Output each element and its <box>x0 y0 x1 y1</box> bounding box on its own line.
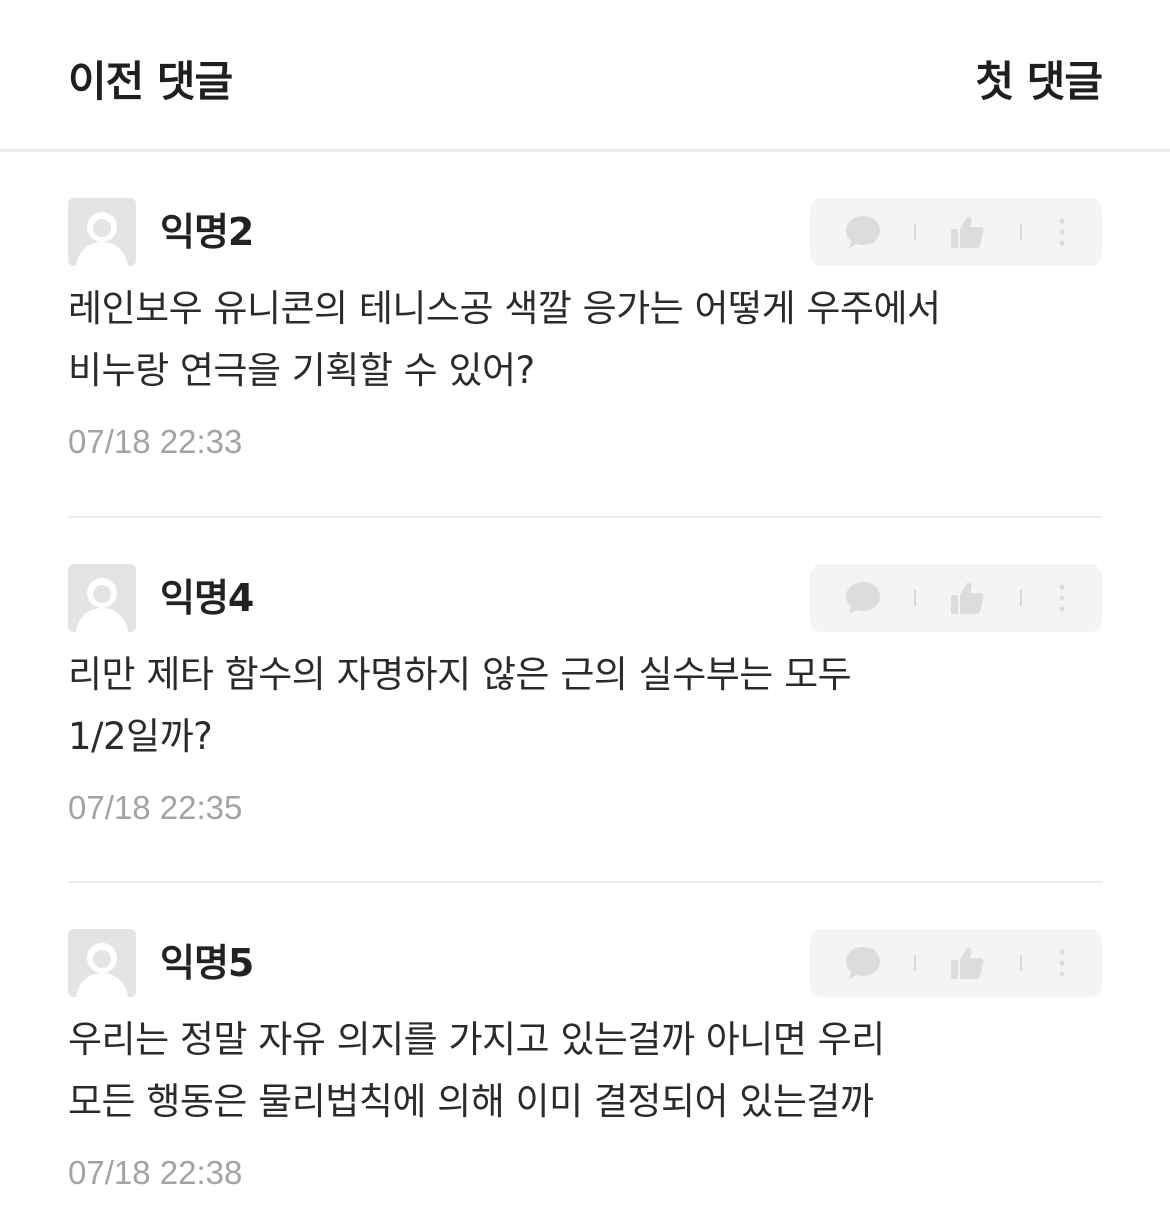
comment-text-line: 레인보우 유니콘의 테니스공 색깔 응가는 어떻게 우주에서 <box>68 287 941 330</box>
comments-page: 이전 댓글 첫 댓글 익명2 레인보우 유니콘의 테니스공 색깔 응가는 어떻게… <box>0 0 1170 1214</box>
comment-text-line: 우리는 정말 자유 의지를 가지고 있는걸까 아니면 우리 <box>68 1018 885 1061</box>
comment-divider <box>68 516 1102 518</box>
comment-item: 익명5 우리는 정말 자유 의지를 가지고 있는걸까 아니면 우리 모든 행동은… <box>68 929 1102 1199</box>
speech-bubble-icon <box>846 582 880 614</box>
action-separator <box>1020 224 1022 240</box>
comment-author: 익명4 <box>160 576 254 620</box>
action-separator <box>1020 955 1022 971</box>
default-user-icon <box>68 198 136 266</box>
comment-text-line: 모든 행동은 물리법칙에 의해 이미 결정되어 있는걸까 <box>68 1080 874 1123</box>
action-separator <box>914 590 916 606</box>
vertical-dots-icon <box>1059 584 1065 612</box>
first-comment-link[interactable]: 첫 댓글 <box>975 54 1103 110</box>
comment-item: 익명2 레인보우 유니콘의 테니스공 색깔 응가는 어떻게 우주에서 비누랑 연… <box>68 198 1102 468</box>
action-separator <box>1020 590 1022 606</box>
reply-button[interactable] <box>830 929 896 997</box>
comment-timestamp: 07/18 22:38 <box>68 1154 243 1191</box>
avatar <box>68 929 136 997</box>
default-user-icon <box>68 929 136 997</box>
comment-text-line: 비누랑 연극을 기획할 수 있어? <box>68 349 535 392</box>
action-separator <box>914 955 916 971</box>
comment-text-line: 리만 제타 함수의 자명하지 않은 근의 실수부는 모두 <box>68 653 852 696</box>
speech-bubble-icon <box>846 947 880 979</box>
like-button[interactable] <box>934 198 1000 266</box>
reply-button[interactable] <box>830 198 896 266</box>
comment-actions <box>810 198 1102 266</box>
comment-text: 리만 제타 함수의 자명하지 않은 근의 실수부는 모두 1/2일까? <box>68 644 1108 768</box>
comment-timestamp: 07/18 22:33 <box>68 423 243 460</box>
like-button[interactable] <box>934 929 1000 997</box>
comment-author: 익명5 <box>160 941 254 985</box>
comment-divider <box>68 881 1102 883</box>
reply-button[interactable] <box>830 564 896 632</box>
avatar <box>68 198 136 266</box>
thumbs-up-icon <box>951 582 984 614</box>
speech-bubble-icon <box>846 216 880 248</box>
comment-item: 익명4 리만 제타 함수의 자명하지 않은 근의 실수부는 모두 1/2일까? … <box>68 564 1102 834</box>
like-button[interactable] <box>934 564 1000 632</box>
comment-text: 우리는 정말 자유 의지를 가지고 있는걸까 아니면 우리 모든 행동은 물리법… <box>68 1009 1108 1133</box>
more-options-button[interactable] <box>1042 564 1082 632</box>
comment-actions <box>810 929 1102 997</box>
comment-author: 익명2 <box>160 210 254 254</box>
more-options-button[interactable] <box>1042 929 1082 997</box>
default-user-icon <box>68 564 136 632</box>
avatar <box>68 564 136 632</box>
action-separator <box>914 224 916 240</box>
comment-navigation-bar: 이전 댓글 첫 댓글 <box>0 0 1170 152</box>
thumbs-up-icon <box>951 947 984 979</box>
vertical-dots-icon <box>1059 218 1065 246</box>
more-options-button[interactable] <box>1042 198 1082 266</box>
comment-text-line: 1/2일까? <box>68 715 213 758</box>
vertical-dots-icon <box>1059 949 1065 977</box>
thumbs-up-icon <box>951 216 984 248</box>
previous-comments-link[interactable]: 이전 댓글 <box>68 54 233 110</box>
comment-actions <box>810 564 1102 632</box>
comment-timestamp: 07/18 22:35 <box>68 789 243 826</box>
comment-text: 레인보우 유니콘의 테니스공 색깔 응가는 어떻게 우주에서 비누랑 연극을 기… <box>68 278 1108 402</box>
